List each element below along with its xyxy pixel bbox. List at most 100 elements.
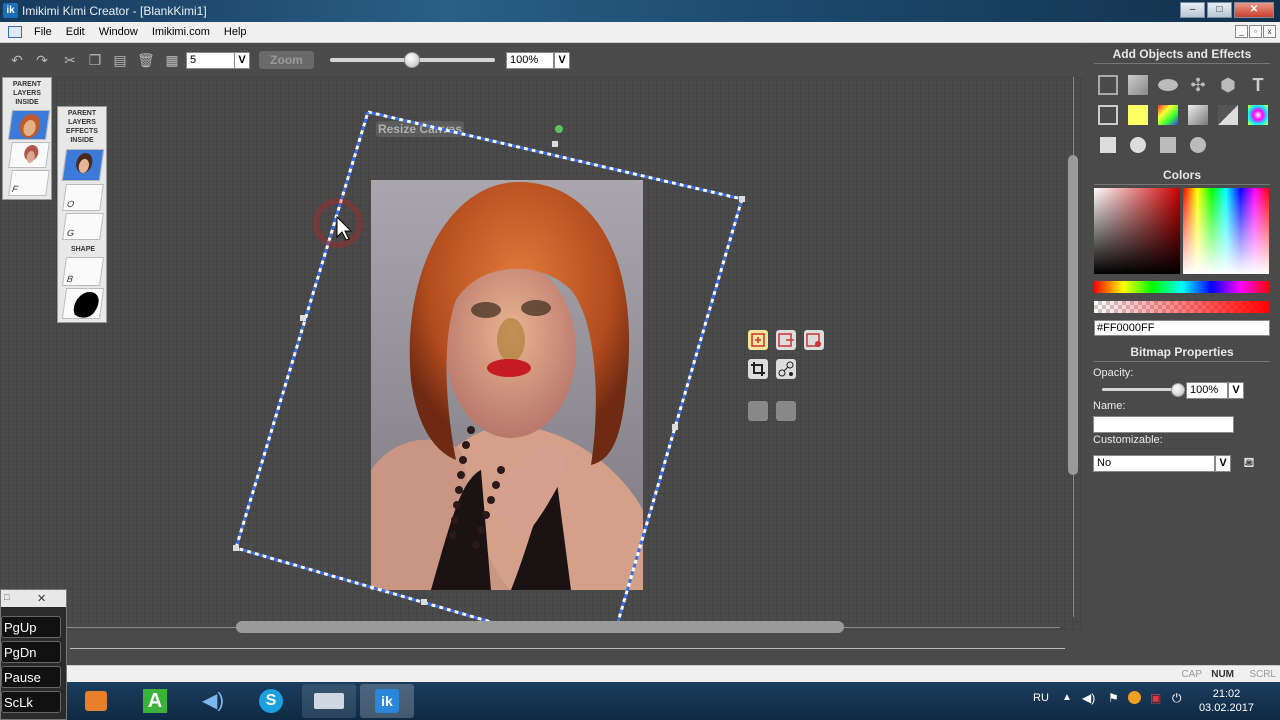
maximize-button[interactable]: □	[1207, 2, 1232, 18]
add-color-fill-icon[interactable]	[1128, 105, 1148, 125]
resize-handle[interactable]	[300, 315, 306, 321]
language-indicator[interactable]: RU	[1033, 692, 1049, 704]
panel-restore-icon[interactable]: □	[4, 592, 9, 602]
add-sphere-icon[interactable]	[1190, 137, 1206, 153]
shape-thumb-s[interactable]: S	[61, 288, 105, 319]
timeline-bar[interactable]	[0, 639, 1085, 661]
name-input[interactable]	[1093, 416, 1234, 433]
opacity-value-input[interactable]: 100%	[1186, 382, 1228, 399]
add-metal-icon[interactable]	[1188, 105, 1208, 125]
taskbar-a-app-icon[interactable]: A	[128, 684, 182, 718]
effect-thumb-o[interactable]: O	[62, 184, 104, 211]
horizontal-scrollbar-thumb[interactable]	[236, 621, 844, 633]
remove-layer-icon[interactable]	[804, 330, 824, 350]
zoom-value-dropdown[interactable]: V	[554, 52, 570, 69]
grid-size-dropdown[interactable]: V	[234, 52, 250, 69]
opacity-slider-track[interactable]	[1102, 388, 1182, 391]
effect-thumb-selected[interactable]	[61, 149, 105, 181]
mdi-restore-button[interactable]: ▫	[1249, 25, 1262, 38]
zoom-value-input[interactable]: 100%	[506, 52, 554, 69]
close-button[interactable]: ✕	[1234, 2, 1274, 18]
color-saturation-picker[interactable]	[1094, 188, 1180, 274]
stamp-icon[interactable]: ⛾	[1240, 454, 1258, 472]
move-out-icon[interactable]	[776, 330, 796, 350]
zoom-slider-knob[interactable]	[404, 52, 420, 68]
layer-thumb-f[interactable]: F	[8, 170, 50, 196]
add-3d-shape-icon[interactable]: ⬢	[1218, 75, 1238, 95]
grid-size-input[interactable]: 5	[186, 52, 236, 69]
rotate-handle[interactable]	[555, 125, 563, 133]
add-square-icon[interactable]	[1100, 137, 1116, 153]
cut-icon[interactable]: ✂	[62, 52, 78, 68]
tray-expand-icon[interactable]: ▲	[1062, 692, 1072, 703]
bring-forward-icon[interactable]	[748, 401, 768, 421]
nodes-icon[interactable]	[776, 359, 796, 379]
effect-thumb-g[interactable]: G	[62, 213, 104, 240]
add-layer-icon[interactable]	[748, 330, 768, 350]
copy-icon[interactable]: ❐	[87, 52, 103, 68]
network-icon[interactable]: ▣	[1150, 691, 1161, 705]
power-icon[interactable]: ⏻	[1172, 691, 1182, 706]
key-sclk[interactable]: ScLk	[1, 691, 61, 713]
taskbar-skype-icon[interactable]: S	[244, 684, 298, 718]
undo-icon[interactable]: ↶	[9, 52, 25, 68]
grid-icon[interactable]: ▦	[164, 52, 180, 68]
portrait-photo[interactable]	[371, 180, 643, 590]
resize-handle[interactable]	[421, 599, 427, 605]
resize-handle[interactable]	[552, 141, 558, 147]
add-ellipse-icon[interactable]	[1158, 79, 1178, 91]
layer-thumb-2[interactable]	[8, 142, 50, 168]
key-pause[interactable]: Pause	[1, 666, 61, 688]
add-rainbow-icon[interactable]	[1158, 105, 1178, 125]
menu-help[interactable]: Help	[224, 26, 247, 38]
vertical-scrollbar-thumb[interactable]	[1068, 155, 1078, 475]
mdi-close-button[interactable]: x	[1263, 25, 1276, 38]
key-pgdn[interactable]: PgDn	[1, 641, 61, 663]
layer-thumb-selected[interactable]	[7, 110, 51, 140]
customizable-dropdown[interactable]: V	[1215, 455, 1231, 472]
send-backward-icon[interactable]	[776, 401, 796, 421]
resize-handle[interactable]	[233, 545, 239, 551]
canvas-area[interactable]: PARENT LAYERS INSIDE F PARENT LAYERS EFF…	[0, 77, 1082, 630]
taskbar-speaker-icon[interactable]: ◀)	[186, 684, 240, 718]
customizable-select[interactable]: No	[1093, 455, 1215, 472]
menu-window[interactable]: Window	[99, 26, 138, 38]
add-gradient-icon[interactable]	[1128, 75, 1148, 95]
key-pgup[interactable]: PgUp	[1, 616, 61, 638]
paste-icon[interactable]: ▤	[112, 52, 128, 68]
menu-imikimi[interactable]: Imikimi.com	[152, 26, 210, 38]
resize-canvas-button[interactable]: Resize Canvas	[376, 121, 464, 137]
mdi-minimize-button[interactable]: _	[1235, 25, 1248, 38]
opacity-dropdown[interactable]: V	[1228, 382, 1244, 399]
color-hex-input[interactable]: #FF0000FF	[1094, 320, 1270, 336]
add-outline-icon[interactable]	[1098, 105, 1118, 125]
add-warp-icon[interactable]: ✣	[1188, 75, 1208, 95]
resize-handle[interactable]	[672, 424, 678, 430]
resize-handle[interactable]	[739, 196, 745, 202]
add-spectrum-icon[interactable]	[1248, 105, 1268, 125]
crop-icon[interactable]	[748, 359, 768, 379]
flag-icon[interactable]: ⚑	[1108, 691, 1119, 705]
taskbar-keyboard-icon[interactable]	[302, 684, 356, 718]
menu-file[interactable]: File	[34, 26, 52, 38]
add-text-icon[interactable]: T	[1248, 75, 1268, 95]
redo-icon[interactable]: ↷	[34, 52, 50, 68]
volume-icon[interactable]: ◀)	[1082, 691, 1095, 705]
taskbar-imikimi-icon[interactable]: ik	[360, 684, 414, 718]
minimize-button[interactable]: –	[1180, 2, 1205, 18]
add-circle-icon[interactable]	[1130, 137, 1146, 153]
taskbar-media-player-icon[interactable]	[70, 684, 124, 718]
alpha-slider[interactable]	[1094, 301, 1270, 313]
tray-app-icon[interactable]	[1128, 691, 1141, 704]
menu-edit[interactable]: Edit	[66, 26, 85, 38]
clock[interactable]: 21:02 03.02.2017	[1199, 687, 1254, 715]
delete-icon[interactable]: 🗑	[137, 52, 155, 68]
hue-slider[interactable]	[1094, 281, 1270, 293]
document-icon[interactable]	[8, 26, 22, 38]
opacity-slider-knob[interactable]	[1171, 383, 1185, 397]
panel-close-icon[interactable]: ✕	[37, 592, 46, 605]
shape-thumb-b[interactable]: B	[61, 257, 105, 286]
add-block-icon[interactable]	[1160, 137, 1176, 153]
add-frame-icon[interactable]	[1098, 75, 1118, 95]
add-shadow-icon[interactable]	[1218, 105, 1238, 125]
